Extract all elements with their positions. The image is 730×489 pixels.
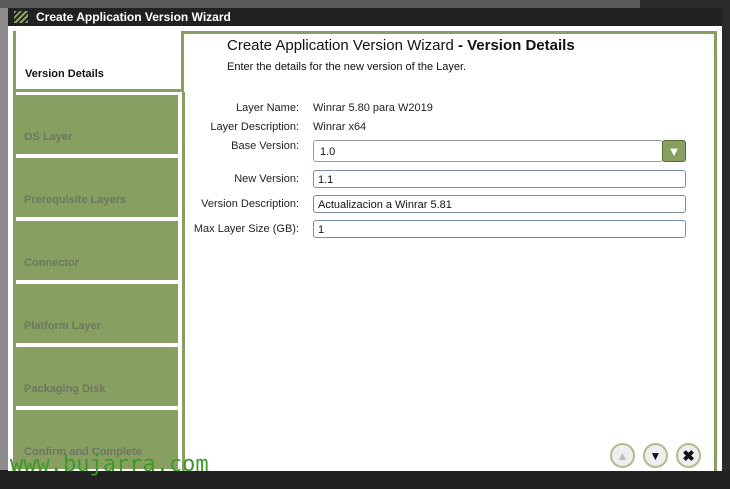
app-logo-icon <box>14 11 28 23</box>
nav-item-prerequisite-layers[interactable]: Prerequisite Layers <box>15 158 178 217</box>
layer-desc-label: Layer Description: <box>210 121 299 133</box>
version-desc-input[interactable]: Actualizacion a Winrar 5.81 <box>313 195 686 213</box>
layer-desc-value: Winrar x64 <box>313 121 367 133</box>
close-button[interactable]: ✖ <box>676 443 701 468</box>
max-size-label: Max Layer Size (GB): <box>193 223 299 235</box>
max-size-row: Max Layer Size (GB): 1 <box>188 220 686 238</box>
base-version-label: Base Version: <box>231 140 299 152</box>
layer-desc-row: Layer Description: Winrar x64 <box>188 121 366 133</box>
nav-item-os-layer[interactable]: OS Layer <box>15 95 178 154</box>
nav-item-connector[interactable]: Connector <box>15 221 178 280</box>
dropdown-arrow-icon[interactable]: ▼ <box>662 140 686 162</box>
version-desc-label: Version Description: <box>201 198 299 210</box>
close-icon: ✖ <box>682 447 695 465</box>
nav-item-version-details[interactable]: Version Details <box>13 31 184 92</box>
title-bar: Create Application Version Wizard <box>8 8 722 26</box>
wizard-dialog: Create Application Version Wizard Versio… <box>8 8 722 471</box>
new-version-label: New Version: <box>234 173 299 185</box>
nav-item-platform-layer[interactable]: Platform Layer <box>15 284 178 343</box>
base-version-select[interactable]: 1.0 ▼ <box>313 140 686 162</box>
base-version-row: Base Version: 1.0 ▼ <box>188 140 686 162</box>
wizard-steps: OS Layer Prerequisite Layers Connector P… <box>15 95 178 473</box>
previous-button[interactable]: ▲ <box>610 443 635 468</box>
divider <box>182 92 185 471</box>
base-version-value[interactable]: 1.0 <box>313 140 663 162</box>
version-desc-row: Version Description: Actualizacion a Win… <box>188 195 686 213</box>
layer-name-label: Layer Name: <box>236 102 299 114</box>
page-header: Create Application Version Wizard - Vers… <box>227 37 575 73</box>
layer-name-row: Layer Name: Winrar 5.80 para W2019 <box>188 102 433 114</box>
title-text: Create Application Version Wizard <box>227 37 454 54</box>
new-version-row: New Version: 1.1 <box>188 170 686 188</box>
max-size-input[interactable]: 1 <box>313 220 686 238</box>
chevron-up-icon: ▲ <box>616 448 629 463</box>
chevron-down-icon: ▼ <box>649 448 662 463</box>
new-version-input[interactable]: 1.1 <box>313 170 686 188</box>
watermark: www.bujarra.com <box>10 452 209 477</box>
background-top <box>0 0 640 8</box>
page-title: Create Application Version Wizard - Vers… <box>227 37 575 54</box>
layer-name-value: Winrar 5.80 para W2019 <box>313 102 433 114</box>
window-title: Create Application Version Wizard <box>36 10 231 24</box>
page-description: Enter the details for the new version of… <box>227 61 467 73</box>
title-step: - Version Details <box>453 37 575 54</box>
next-button[interactable]: ▼ <box>643 443 668 468</box>
nav-item-packaging-disk[interactable]: Packaging Disk <box>15 347 178 406</box>
